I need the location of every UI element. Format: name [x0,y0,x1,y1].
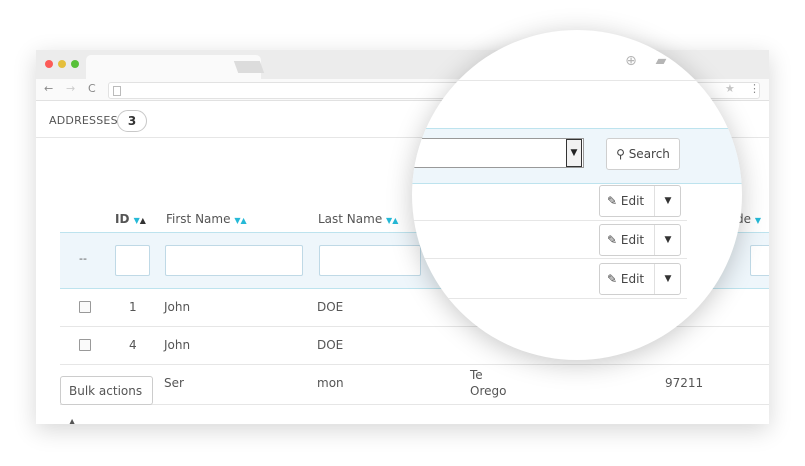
search-label: Search [628,147,670,161]
row-checkbox[interactable] [79,339,91,351]
sort-asc-icon[interactable]: ▲ [240,216,246,225]
cell-postcode: 97211 [665,376,704,390]
column-label: Last Name [318,212,383,226]
cell-last-name: DOE [317,300,344,314]
select-caret-icon[interactable]: ▼ [566,139,582,167]
cell-id: 4 [129,338,137,352]
magnified-view: ⊕ ▰ ▼ ⚲ Search ✎ Edit ▼ ✎ Edit ▼ ✎ Edit … [412,30,742,360]
cell-city-line1: Te [470,368,483,382]
lens-toolbar-separator [412,80,742,81]
column-header-last-name[interactable]: Last Name ▼▲ [318,212,398,226]
cell-first-name: John [164,300,191,314]
cell-last-name: mon [317,376,344,390]
edit-dropdown-toggle[interactable]: ▼ [654,186,681,216]
edit-button-group[interactable]: ✎ Edit ▼ [599,263,681,295]
sort-asc-icon[interactable]: ▲ [140,216,146,225]
bulk-actions-label: Bulk actions [69,384,143,398]
edit-button-group[interactable]: ✎ Edit ▼ [599,224,681,256]
edit-button[interactable]: ✎ Edit [607,264,644,294]
page-icon [113,86,121,96]
maximize-window-dot[interactable] [71,60,79,68]
edit-label: Edit [620,233,645,247]
row-divider [412,298,687,299]
cell-first-name: John [164,338,191,352]
search-button[interactable]: ⚲ Search [606,138,680,170]
filter-id-input[interactable] [115,245,150,276]
row-divider [412,258,687,259]
edit-dropdown-toggle[interactable]: ▼ [654,264,681,294]
column-label: ID [115,212,130,226]
filter-first-name-input[interactable] [165,245,303,276]
cell-city-line2: Orego [470,384,507,398]
bulk-actions-button[interactable]: Bulk actions ▲ [60,376,153,424]
address-count-badge: 3 [117,110,147,132]
back-icon[interactable]: ← [44,82,53,95]
search-icon: ⚲ [616,147,625,161]
pencil-icon: ✎ [607,272,618,286]
add-circle-icon: ⊕ [625,53,637,69]
magnifier-lens: ⊕ ▰ ▼ ⚲ Search ✎ Edit ▼ ✎ Edit ▼ ✎ Edit … [412,30,742,360]
browser-tab[interactable]: × [86,55,261,79]
edit-label: Edit [620,272,645,286]
cell-id: 1 [129,300,137,314]
new-tab-button[interactable] [233,61,265,73]
edit-button[interactable]: ✎ Edit [607,225,644,255]
column-header-first-name[interactable]: First Name ▼▲ [166,212,247,226]
forward-icon[interactable]: → [66,82,75,95]
edit-label: Edit [620,194,645,208]
row-checkbox[interactable] [79,301,91,313]
sort-asc-icon[interactable]: ▲ [392,216,398,225]
filter-placeholder: -- [79,252,87,265]
pencil-icon: ✎ [607,194,618,208]
cell-first-name: Ser [164,376,184,390]
magnified-filter-select[interactable] [412,138,584,168]
column-header-id[interactable]: ID ▼▲ [115,212,146,226]
edit-button-group[interactable]: ✎ Edit ▼ [599,185,681,217]
filter-postcode-input[interactable] [750,245,769,276]
filter-last-name-input[interactable] [319,245,421,276]
close-window-dot[interactable] [45,60,53,68]
folder-icon: ▰ [655,53,667,69]
sort-desc-icon[interactable]: ▼ [755,216,761,225]
pencil-icon: ✎ [607,233,618,247]
edit-button[interactable]: ✎ Edit [607,186,644,216]
page-title: ADDRESSES [49,114,118,127]
browser-menu-icon[interactable]: ⋮ [749,82,760,95]
reload-icon[interactable]: C [88,82,96,95]
column-label: First Name [166,212,231,226]
table-row: 5 Ser mon Te Orego 97211 [60,364,769,405]
edit-dropdown-toggle[interactable]: ▼ [654,225,681,255]
minimize-window-dot[interactable] [58,60,66,68]
row-divider [412,220,687,221]
caret-up-icon: ▲ [69,417,76,424]
cell-last-name: DOE [317,338,344,352]
